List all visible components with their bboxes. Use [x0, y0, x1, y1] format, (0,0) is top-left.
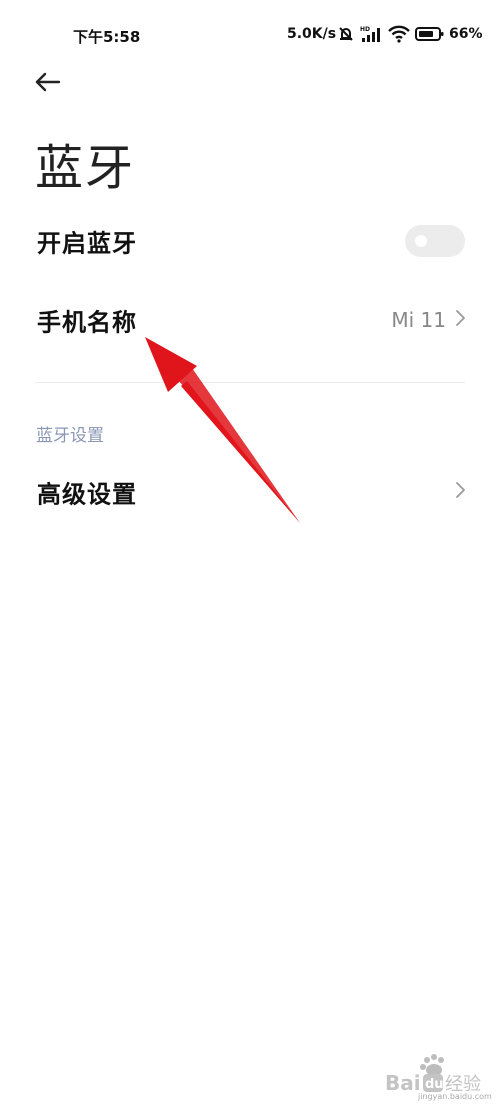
bluetooth-toggle-switch[interactable]	[405, 225, 465, 257]
chevron-right-icon	[454, 308, 466, 332]
device-name-row[interactable]: 手机名称 Mi 11	[0, 282, 500, 358]
page-title: 蓝牙	[35, 140, 136, 196]
advanced-settings-row[interactable]: 高级设置	[0, 454, 500, 530]
bluetooth-toggle-row[interactable]: 开启蓝牙	[0, 203, 500, 279]
section-header: 蓝牙设置	[36, 426, 104, 446]
status-time: 下午5:58	[73, 28, 141, 46]
chevron-right-icon	[454, 480, 466, 504]
back-arrow-icon	[34, 72, 62, 96]
back-button[interactable]	[30, 66, 66, 102]
svg-text:Bai: Bai	[385, 1071, 421, 1095]
status-bar: 下午5:58 5.0K/s HD 66%	[0, 0, 500, 70]
watermark-url: jingyan.baidu.com	[418, 1092, 492, 1101]
section-divider	[35, 382, 465, 383]
device-name-label: 手机名称	[37, 308, 137, 337]
svg-text:du: du	[425, 1077, 444, 1092]
battery-icon	[415, 24, 445, 48]
battery-percent: 66%	[449, 26, 483, 42]
mute-bell-icon	[336, 24, 356, 48]
advanced-settings-label: 高级设置	[37, 480, 137, 509]
hd-signal-icon: HD	[360, 24, 384, 48]
svg-text:HD: HD	[360, 26, 370, 33]
status-net-speed: 5.0K/s	[287, 26, 337, 42]
wifi-icon	[387, 24, 411, 48]
device-name-value: Mi 11	[391, 308, 446, 332]
toggle-knob	[415, 235, 427, 247]
bluetooth-toggle-label: 开启蓝牙	[37, 229, 137, 258]
